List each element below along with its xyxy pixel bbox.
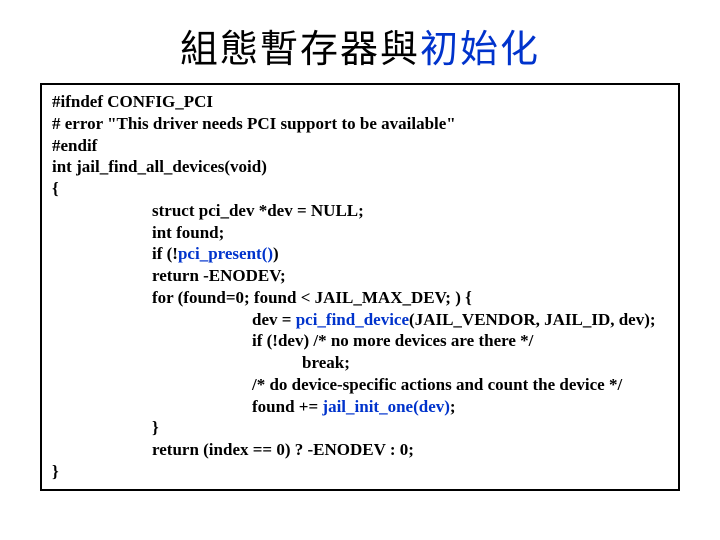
code-line: int found;	[52, 222, 668, 244]
title-text-blue: 初始化	[420, 29, 540, 71]
code-line: }	[52, 461, 668, 483]
code-line: if (!dev) /* no more devices are there *…	[52, 330, 668, 352]
code-line: struct pci_dev *dev = NULL;	[52, 200, 668, 222]
code-line: #ifndef CONFIG_PCI	[52, 91, 668, 113]
code-line: # error "This driver needs PCI support t…	[52, 113, 668, 135]
code-line: int jail_find_all_devices(void)	[52, 156, 668, 178]
code-line: {	[52, 178, 668, 200]
code-line: for (found=0; found < JAIL_MAX_DEV; ) {	[52, 287, 668, 309]
title-text-black: 組態暫存器與	[180, 29, 420, 71]
code-box: #ifndef CONFIG_PCI # error "This driver …	[40, 83, 680, 491]
code-line: return -ENODEV;	[52, 265, 668, 287]
code-line: }	[52, 417, 668, 439]
code-line: break;	[52, 352, 668, 374]
code-line: /* do device-specific actions and count …	[52, 374, 668, 396]
code-line: dev = pci_find_device(JAIL_VENDOR, JAIL_…	[52, 309, 668, 331]
code-line: if (!pci_present())	[52, 243, 668, 265]
code-line: #endif	[52, 135, 668, 157]
slide-title: 組態暫存器與初始化	[0, 0, 720, 83]
code-line: found += jail_init_one(dev);	[52, 396, 668, 418]
code-line: return (index == 0) ? -ENODEV : 0;	[52, 439, 668, 461]
